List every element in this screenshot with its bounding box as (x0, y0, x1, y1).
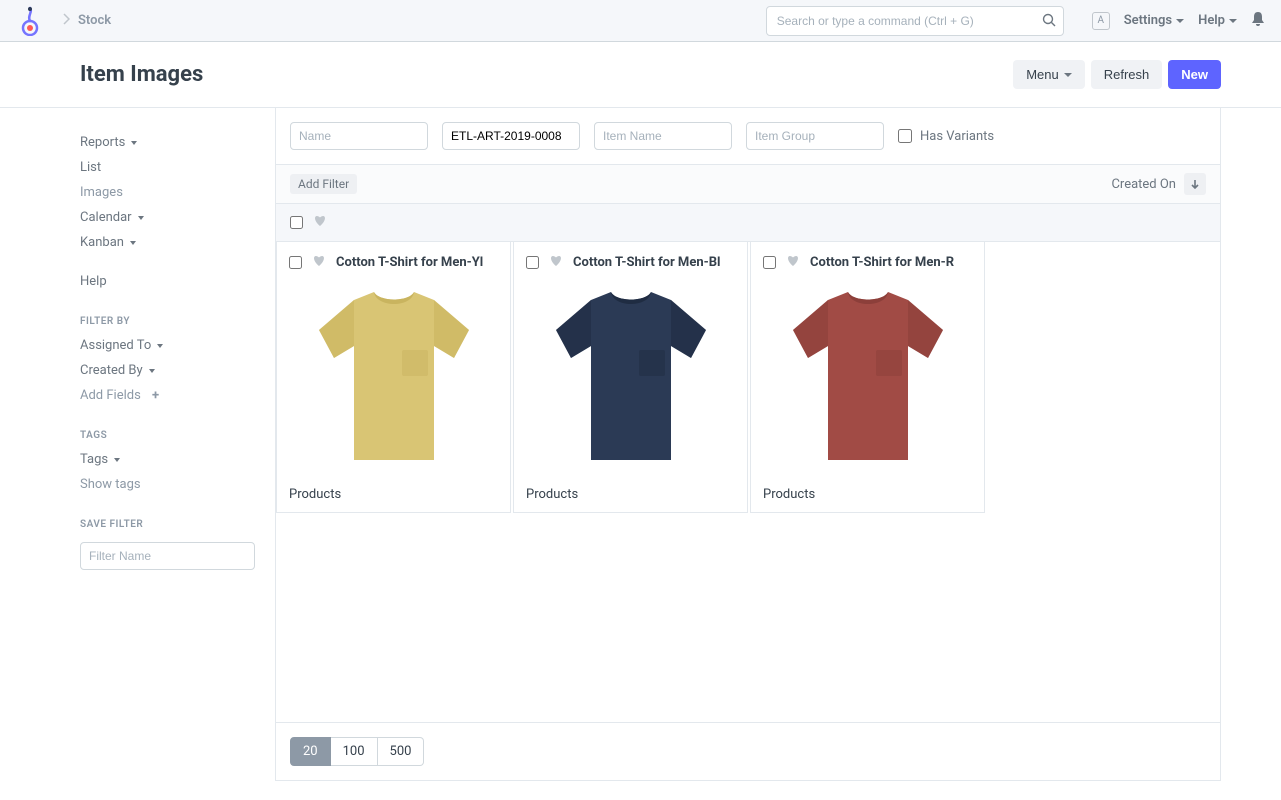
card-title: Cotton T-Shirt for Men-R (810, 255, 954, 270)
app-logo[interactable] (16, 7, 44, 35)
refresh-button[interactable]: Refresh (1091, 60, 1163, 89)
help-menu[interactable]: Help (1198, 13, 1237, 28)
page-title: Item Images (80, 62, 203, 87)
chevron-down-icon (131, 141, 137, 145)
sidebar-tags[interactable]: Tags (80, 447, 275, 472)
cards-container: Cotton T-Shirt for Men-Yl Products Cotto… (276, 242, 1220, 722)
breadcrumb[interactable]: Stock (54, 13, 111, 29)
chevron-down-icon (1176, 19, 1184, 23)
sidebar: Reports List Images Calendar Kanban Help… (80, 108, 275, 781)
sidebar-filter-created-by[interactable]: Created By (80, 358, 275, 383)
filter-item-name[interactable] (594, 122, 732, 150)
page-size-20[interactable]: 20 (290, 737, 331, 766)
search-icon (1042, 13, 1056, 31)
sidebar-item-list[interactable]: List (80, 155, 275, 180)
card-category: Products (277, 477, 510, 512)
sidebar-item-images[interactable]: Images (80, 180, 275, 205)
topbar-right: A Settings Help (1092, 11, 1265, 31)
chevron-down-icon (130, 241, 136, 245)
card-checkbox[interactable] (289, 256, 302, 269)
page-size-100[interactable]: 100 (331, 737, 378, 766)
heart-icon[interactable] (549, 254, 563, 271)
topbar: Stock A Settings Help (0, 0, 1281, 42)
card-head: Cotton T-Shirt for Men-R (751, 242, 984, 277)
search-wrap (766, 6, 1064, 36)
filter-name[interactable] (290, 122, 428, 150)
card-image (751, 277, 984, 477)
item-card[interactable]: Cotton T-Shirt for Men-R Products (750, 242, 985, 513)
has-variants-checkbox[interactable] (898, 129, 912, 143)
addfilter-row: Add Filter Created On (276, 165, 1220, 204)
sort-control[interactable]: Created On (1111, 173, 1206, 195)
chevron-down-icon (149, 369, 155, 373)
filter-name-input[interactable] (80, 542, 255, 570)
chevron-right-icon (62, 13, 70, 29)
card-title: Cotton T-Shirt for Men-Yl (336, 255, 483, 270)
card-title: Cotton T-Shirt for Men-Bl (573, 255, 721, 270)
chevron-down-icon (138, 216, 144, 220)
avatar[interactable]: A (1092, 12, 1110, 30)
card-head: Cotton T-Shirt for Men-Bl (514, 242, 747, 277)
sidebar-item-kanban[interactable]: Kanban (80, 230, 275, 255)
chevron-down-icon (1229, 19, 1237, 23)
heart-icon[interactable] (786, 254, 800, 271)
tags-heading: TAGS (80, 430, 275, 441)
page-actions: Menu Refresh New (1013, 60, 1221, 89)
bell-icon[interactable] (1251, 11, 1265, 31)
sidebar-item-calendar[interactable]: Calendar (80, 205, 275, 230)
list-header (276, 204, 1220, 242)
pagination: 20100500 (276, 722, 1220, 780)
search-input[interactable] (766, 6, 1064, 36)
arrow-down-icon (1190, 179, 1200, 189)
sidebar-add-fields[interactable]: Add Fields + (80, 383, 275, 408)
main: Has Variants Add Filter Created On (275, 108, 1221, 781)
card-checkbox[interactable] (526, 256, 539, 269)
card-image (514, 277, 747, 477)
sidebar-item-help[interactable]: Help (80, 269, 275, 294)
save-filter-heading: SAVE FILTER (80, 519, 275, 530)
sidebar-item-reports[interactable]: Reports (80, 130, 275, 155)
page-head: Item Images Menu Refresh New (0, 42, 1281, 108)
settings-menu[interactable]: Settings (1124, 13, 1184, 28)
card-image (277, 277, 510, 477)
new-button[interactable]: New (1168, 60, 1221, 89)
filter-item-code[interactable] (442, 122, 580, 150)
card-checkbox[interactable] (763, 256, 776, 269)
plus-icon: + (152, 388, 159, 403)
card-head: Cotton T-Shirt for Men-Yl (277, 242, 510, 277)
sidebar-show-tags[interactable]: Show tags (80, 472, 275, 497)
filter-has-variants[interactable]: Has Variants (898, 129, 994, 144)
item-card[interactable]: Cotton T-Shirt for Men-Bl Products (513, 242, 748, 513)
heart-icon[interactable] (313, 214, 327, 231)
filter-item-group[interactable] (746, 122, 884, 150)
card-category: Products (751, 477, 984, 512)
item-card[interactable]: Cotton T-Shirt for Men-Yl Products (276, 242, 511, 513)
select-all-checkbox[interactable] (290, 216, 303, 229)
heart-icon[interactable] (312, 254, 326, 271)
sort-direction-button[interactable] (1184, 173, 1206, 195)
filter-row: Has Variants (276, 108, 1220, 165)
chevron-down-icon (114, 458, 120, 462)
add-filter-button[interactable]: Add Filter (290, 174, 357, 194)
breadcrumb-item[interactable]: Stock (78, 13, 111, 28)
filter-by-heading: FILTER BY (80, 316, 275, 327)
chevron-down-icon (157, 344, 163, 348)
sidebar-filter-assigned-to[interactable]: Assigned To (80, 333, 275, 358)
page-size-500[interactable]: 500 (378, 737, 425, 766)
card-category: Products (514, 477, 747, 512)
chevron-down-icon (1064, 73, 1072, 77)
menu-button[interactable]: Menu (1013, 60, 1085, 89)
